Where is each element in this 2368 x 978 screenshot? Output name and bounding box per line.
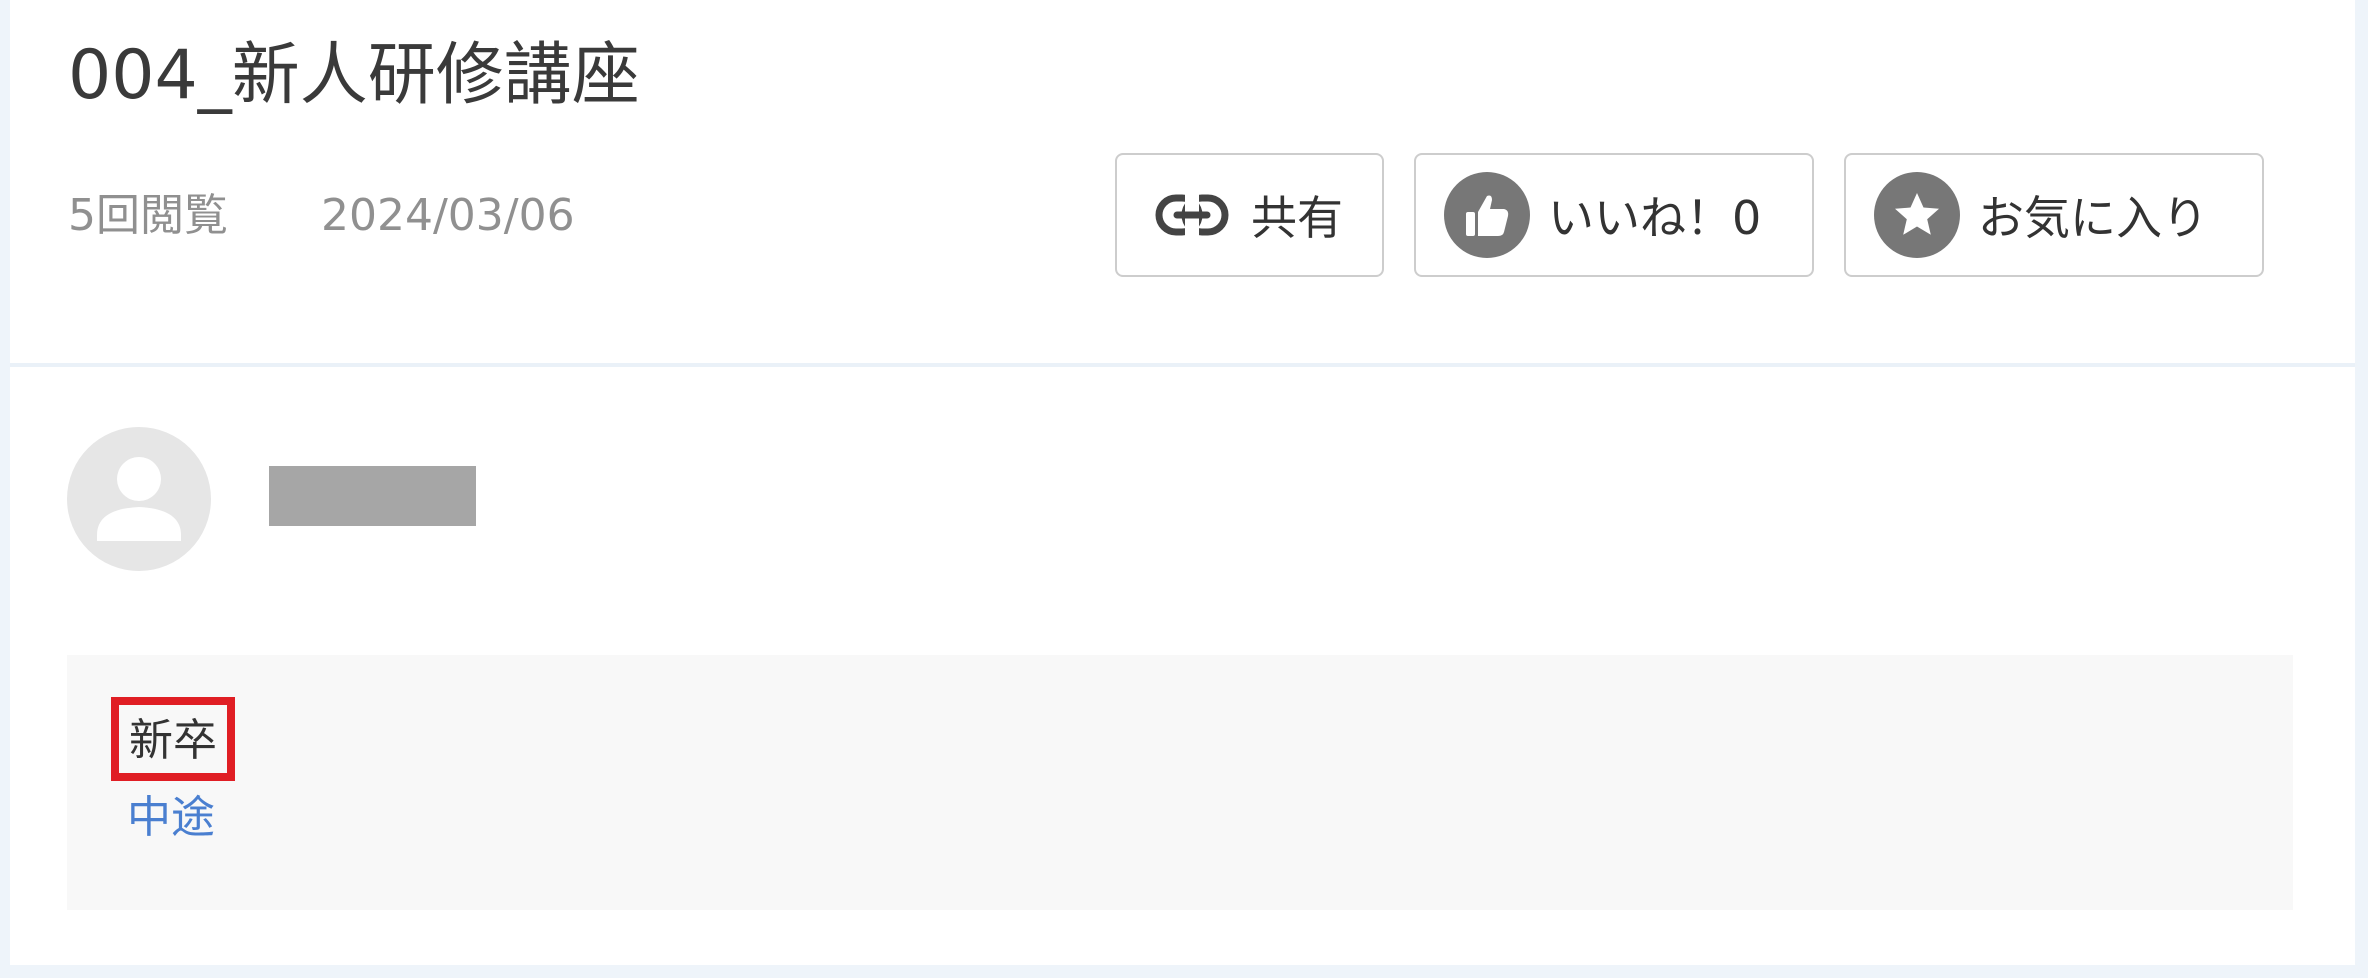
tag-mid-career-link[interactable]: 中途 bbox=[127, 790, 215, 846]
share-label: 共有 bbox=[1251, 191, 1343, 245]
view-count: 5回閲覧 bbox=[68, 190, 228, 241]
redacted-author-name bbox=[269, 466, 476, 526]
page-title: 004_新人研修講座 bbox=[68, 36, 640, 115]
link-icon bbox=[1155, 191, 1229, 239]
content-card: 004_新人研修講座 5回閲覧 2024/03/06 共有 いいね！0 お気に入… bbox=[10, 0, 2355, 965]
avatar bbox=[67, 427, 211, 571]
thumbs-up-icon bbox=[1444, 172, 1530, 258]
like-label: いいね！0 bbox=[1548, 191, 1762, 245]
favorite-button[interactable]: お気に入り bbox=[1844, 153, 2264, 277]
share-button[interactable]: 共有 bbox=[1115, 153, 1384, 277]
user-icon bbox=[97, 457, 181, 541]
star-icon bbox=[1874, 172, 1960, 258]
tag-new-graduate-selected[interactable]: 新卒 bbox=[111, 697, 235, 781]
section-divider bbox=[10, 363, 2355, 367]
like-button[interactable]: いいね！0 bbox=[1414, 153, 1814, 277]
tag-panel: 新卒 中途 bbox=[67, 655, 2293, 910]
favorite-label: お気に入り bbox=[1978, 191, 2208, 245]
publish-date: 2024/03/06 bbox=[321, 190, 575, 241]
